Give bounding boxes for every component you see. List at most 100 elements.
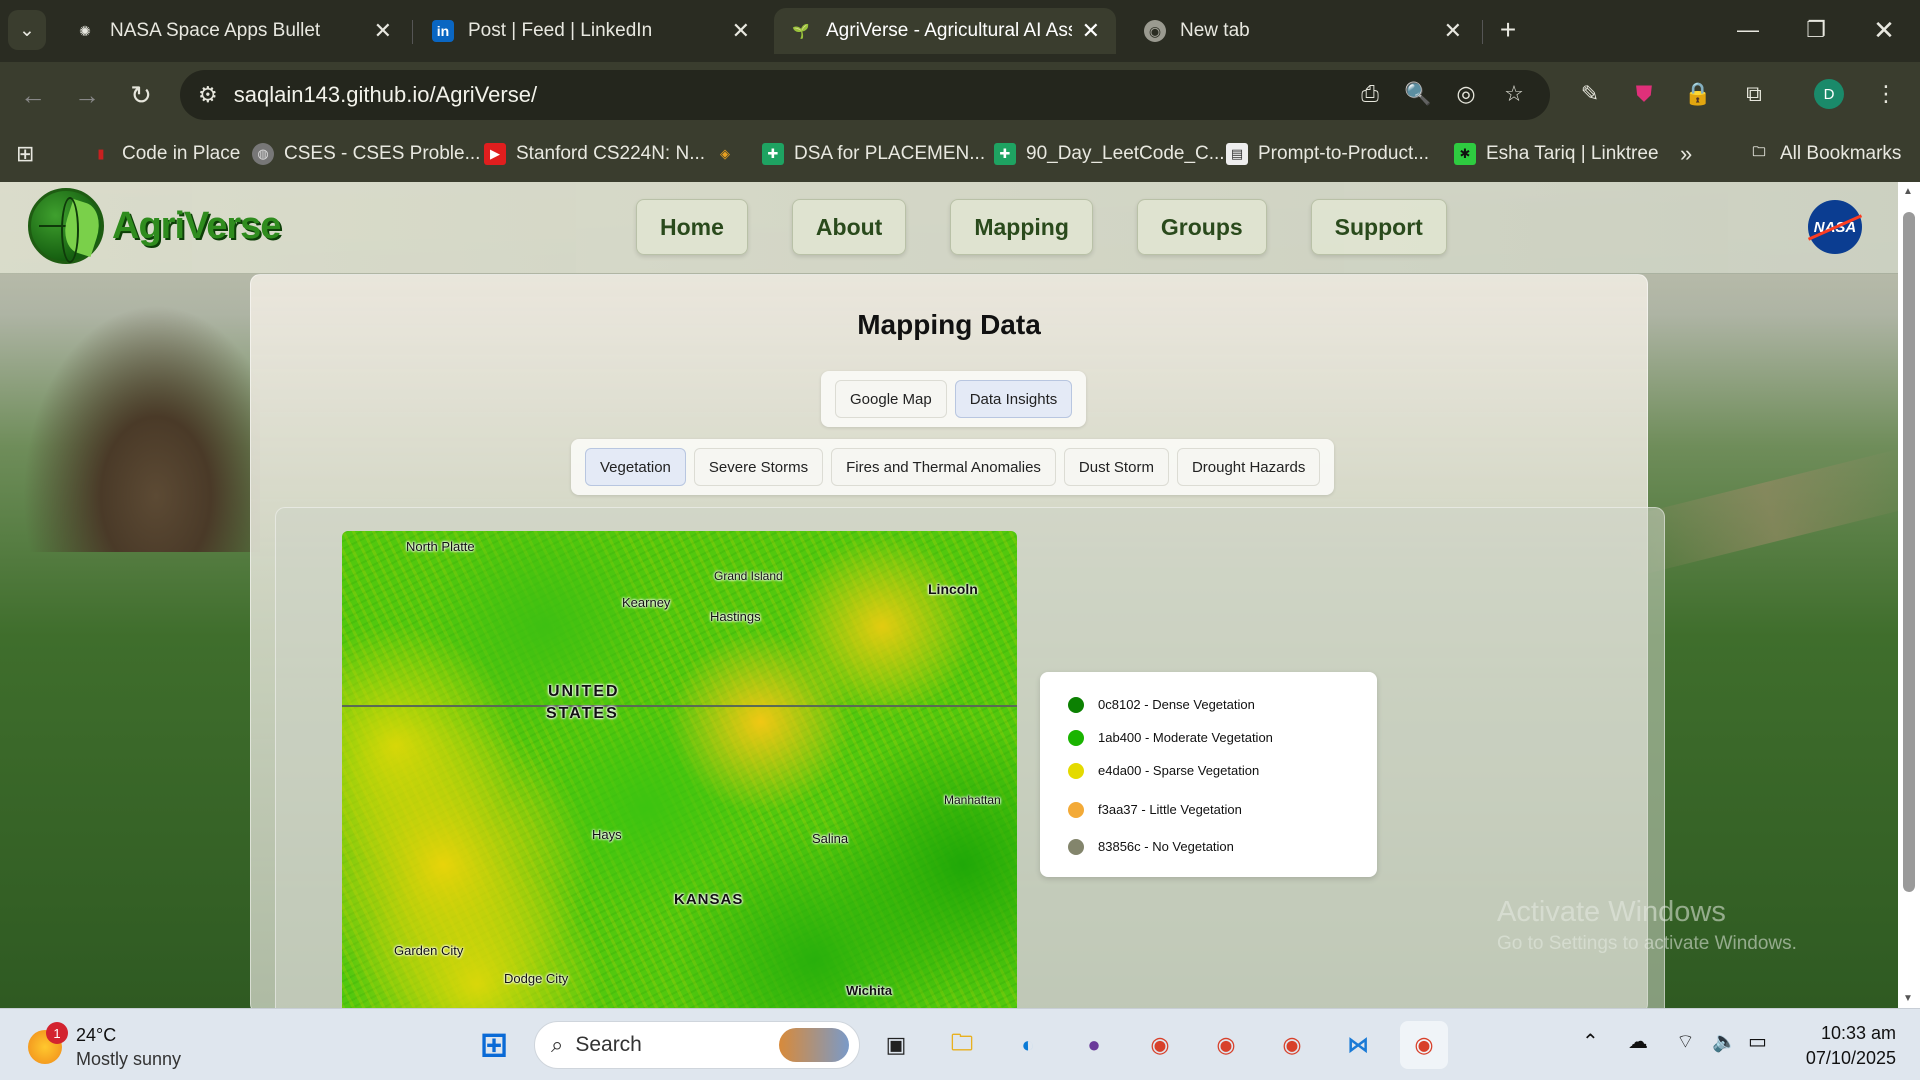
tab-new-tab[interactable]: ◉ New tab ✕ [1128,8,1478,54]
volume-icon[interactable]: 🔈 [1712,1029,1737,1054]
nav-groups[interactable]: Groups [1136,199,1267,255]
chrome-icon[interactable]: ◉ [1136,1021,1184,1069]
nav-home[interactable]: Home [636,199,748,255]
install-app-icon[interactable]: ⎙ [1352,76,1388,112]
chevron-down-icon: ⌄ [19,19,35,41]
chrome-profile-g-icon[interactable]: ◉ [1202,1021,1250,1069]
apps-grid-icon[interactable]: ⊞ [16,136,34,172]
data-insights-button[interactable]: Data Insights [954,380,1073,418]
vegetation-map[interactable]: North Platte Grand Island Kearney Lincol… [342,531,1017,1008]
tab-agriverse[interactable]: 🌱 AgriVerse - Agricultural AI Assis ✕ [774,8,1116,54]
file-explorer-icon[interactable]: 🗀 [938,1021,986,1069]
globe-icon: ◍ [252,143,274,165]
map-label-kansas: KANSAS [674,891,744,908]
site-logo[interactable]: AgriVerse [28,188,281,264]
map-label-hastings: Hastings [710,609,761,624]
tab-severe-storms[interactable]: Severe Storms [693,448,824,486]
map-label-salina: Salina [812,831,849,846]
tab-vegetation[interactable]: Vegetation [585,448,686,486]
activate-windows-watermark: Activate Windows Go to Settings to activ… [1497,896,1797,954]
github-icon[interactable]: ● [1070,1021,1118,1069]
linkedin-icon: in [432,20,454,42]
eye-off-icon[interactable]: ◎ [1448,76,1484,112]
tab-drought-hazards[interactable]: Drought Hazards [1176,448,1321,486]
restore-icon: ❐ [1806,17,1826,42]
restore-button[interactable]: ❐ [1782,0,1850,60]
plus-icon: + [1499,14,1517,45]
bookmark-linktree[interactable]: ✱ Esha Tariq | Linktree [1454,136,1659,172]
chrome-profile-e-icon[interactable]: ◉ [1268,1021,1316,1069]
bookmark-layers[interactable]: ◈ [714,136,746,172]
tab-fires-thermal[interactable]: Fires and Thermal Anomalies [831,448,1056,486]
bookmark-prompt-to-product[interactable]: ▤ Prompt-to-Product... [1226,136,1429,172]
close-tab-icon[interactable]: ✕ [1082,18,1100,44]
scroll-up-icon[interactable]: ▲ [1903,186,1913,197]
scrollbar-thumb[interactable] [1903,212,1915,892]
browser-toolbar: ← → ↻ ⚙ saqlain143.github.io/AgriVerse/ … [0,62,1920,126]
view-toggle: Google Map Data Insights [821,371,1087,427]
chrome-profile-d-icon[interactable]: ◉ [1400,1021,1448,1069]
windows-taskbar: 1 24°C Mostly sunny ⊞ ⌕ Search ▣ 🗀 ◐ ● ◉… [0,1008,1920,1080]
extensions-icon[interactable]: ⧉ [1736,76,1772,112]
eyedropper-icon[interactable]: ✎ [1572,76,1608,112]
chrome-icon: ◉ [1144,20,1166,42]
new-tab-button[interactable]: + [1474,0,1542,60]
google-map-button[interactable]: Google Map [835,380,947,418]
task-view-icon[interactable]: ▣ [872,1021,920,1069]
battery-icon[interactable]: ▭ [1748,1029,1767,1054]
url-text[interactable]: saqlain143.github.io/AgriVerse/ [234,82,537,108]
taskbar-search[interactable]: ⌕ Search [534,1021,860,1069]
tab-nasa-space-apps[interactable]: ✺ NASA Space Apps Bullet ✕ [58,8,408,54]
chevron-up-icon[interactable]: ⌃ [1582,1029,1599,1054]
weather-widget[interactable]: 1 24°C Mostly sunny [28,1022,181,1071]
bookmark-cses[interactable]: ◍ CSES - CSES Proble... [252,136,480,172]
close-tab-icon[interactable]: ✕ [374,18,392,44]
profile-avatar[interactable]: D [1814,79,1844,109]
sun-icon: 1 [28,1022,68,1064]
more-bookmarks-button[interactable]: » [1680,136,1692,172]
lock-extension-icon[interactable]: 🔒 [1680,76,1716,112]
bookmark-code-in-place[interactable]: ▮ Code in Place [90,136,240,172]
legend-dot [1068,729,1084,746]
tab-linkedin[interactable]: in Post | Feed | LinkedIn ✕ [416,8,766,54]
cloud-off-icon[interactable]: ☁ [1628,1029,1648,1054]
bookmark-leetcode[interactable]: ✚ 90_Day_LeetCode_C... [994,136,1225,172]
page-scrollbar[interactable]: ▲ ▼ [1898,182,1920,1008]
close-window-button[interactable]: ✕ [1850,0,1918,60]
nav-about[interactable]: About [791,199,907,255]
brand-name: AgriVerse [112,204,281,247]
bookmark-dsa[interactable]: ✚ DSA for PLACEMEN... [762,136,985,172]
scroll-down-icon[interactable]: ▼ [1903,993,1913,1004]
vscode-icon[interactable]: ⋈ [1334,1021,1382,1069]
edge-icon[interactable]: ◐ [1004,1021,1052,1069]
bookmark-stanford[interactable]: ▶ Stanford CS224N: N... [484,136,705,172]
legend-dot [1068,762,1084,779]
agriverse-icon: 🌱 [792,22,810,39]
address-bar[interactable]: ⚙ saqlain143.github.io/AgriVerse/ [180,70,1550,120]
close-tab-icon[interactable]: ✕ [732,18,750,44]
bookmark-star-icon[interactable]: ☆ [1496,76,1532,112]
search-highlight-image [779,1028,849,1062]
reload-button[interactable]: ↻ [122,76,160,114]
wifi-icon[interactable]: ⌔ [1676,1029,1695,1054]
forward-button[interactable]: → [68,76,106,114]
system-clock[interactable]: 10:33 am 07/10/2025 [1796,1021,1896,1071]
menu-icon[interactable]: ⋮ [1868,76,1904,112]
back-button[interactable]: ← [14,76,52,114]
nav-support[interactable]: Support [1310,199,1447,255]
site-info-icon[interactable]: ⚙ [198,82,218,108]
tab-dust-storm[interactable]: Dust Storm [1063,448,1169,486]
folder-icon: 🗀 [1752,144,1766,159]
ublock-icon[interactable]: ⛊ [1626,76,1662,112]
all-bookmarks-button[interactable]: 🗀 All Bookmarks [1748,136,1901,172]
minimize-button[interactable]: — [1714,0,1782,60]
close-icon: ✕ [1873,14,1895,45]
tab-search-button[interactable]: ⌄ [8,10,46,50]
zoom-icon[interactable]: 🔍 [1400,76,1436,112]
nav-mapping[interactable]: Mapping [950,199,1093,255]
sheets-icon: ✚ [762,143,784,165]
layers-icon: ◈ [720,146,730,161]
windows-start-icon[interactable]: ⊞ [470,1021,518,1069]
bookmark-favicon: ▮ [97,146,105,161]
close-tab-icon[interactable]: ✕ [1444,18,1462,44]
